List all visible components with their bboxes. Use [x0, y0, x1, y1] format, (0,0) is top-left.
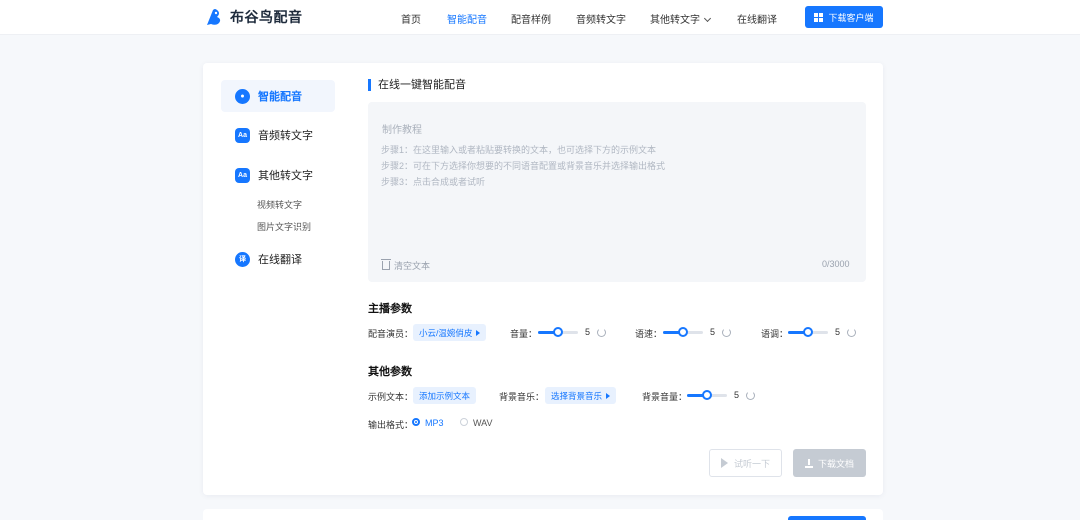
trash-icon	[381, 259, 391, 270]
slider-knob[interactable]	[702, 390, 712, 400]
download-doc-label: 下载文档	[817, 458, 854, 469]
format-wav-label[interactable]: WAV	[473, 418, 493, 428]
nav-online-translate[interactable]: 在线翻译	[737, 11, 777, 26]
sidebar-item-label: 音频转文字	[258, 130, 313, 142]
reset-icon[interactable]	[746, 391, 755, 400]
textarea-step-3: 步骤3：点击合成或者试听	[381, 177, 486, 187]
bgm-value: 选择背景音乐	[551, 390, 603, 401]
cuckoo-logo-icon	[207, 9, 221, 25]
bgm-volume-value: 5	[734, 390, 740, 400]
sidebar-item-audio-to-text[interactable]: Aa 音频转文字	[221, 119, 335, 151]
slider-knob[interactable]	[553, 327, 563, 337]
volume-value: 5	[585, 327, 591, 337]
nav-other-to-text[interactable]: 其他转文字	[650, 11, 712, 26]
other-params-title: 其他参数	[368, 366, 412, 378]
caret-right-icon	[476, 329, 481, 336]
windows-icon	[814, 12, 824, 22]
next-card-edge	[203, 509, 883, 520]
text-input-area[interactable]	[368, 102, 866, 282]
clear-text-label: 清空文本	[394, 261, 431, 271]
char-counter: 0/3000	[822, 259, 850, 269]
next-card-button-edge[interactable]	[788, 516, 866, 520]
download-client-button[interactable]: 下载客户端	[805, 6, 883, 28]
bgm-select[interactable]: 选择背景音乐	[545, 387, 617, 404]
pitch-label: 语调：	[761, 329, 789, 339]
bgm-label: 背景音乐：	[499, 392, 545, 402]
download-icon	[804, 458, 813, 468]
voice-actor-select[interactable]: 小云/温婉俏皮	[413, 324, 487, 341]
textarea-step-2: 步骤2：可在下方选择你想要的不同语音配置或背景音乐并选择输出格式	[381, 161, 666, 171]
section-title: 在线一键智能配音	[368, 79, 466, 91]
output-format-label: 输出格式：	[368, 420, 414, 430]
aa-icon: Aa	[235, 127, 250, 143]
sidebar-item-online-translate[interactable]: 译 在线翻译	[221, 243, 335, 275]
slider-knob[interactable]	[678, 327, 688, 337]
reset-icon[interactable]	[847, 328, 856, 337]
textarea-placeholder-title: 制作教程	[382, 125, 422, 136]
voice-actor-label: 配音演员：	[368, 329, 414, 339]
anchor-params-title: 主播参数	[368, 303, 412, 315]
translate-icon: 译	[235, 251, 250, 267]
format-mp3-label[interactable]: MP3	[425, 418, 444, 428]
play-icon	[720, 458, 728, 468]
preview-label: 试听一下	[733, 458, 770, 469]
volume-label: 音量：	[510, 329, 538, 339]
voice-actor-value: 小云/温婉俏皮	[419, 327, 473, 338]
pitch-slider[interactable]	[788, 327, 828, 337]
download-client-label: 下载客户端	[828, 12, 874, 23]
format-mp3-radio[interactable]	[412, 418, 420, 426]
volume-slider[interactable]	[538, 327, 578, 337]
nav-audio-to-text[interactable]: 音频转文字	[576, 11, 626, 26]
sidebar-sub-image-ocr[interactable]: 图片文字识别	[257, 220, 311, 233]
logo-text: 布谷鸟配音	[230, 9, 303, 25]
nav-home[interactable]: 首页	[401, 11, 421, 26]
sample-text-label: 示例文本：	[368, 392, 414, 402]
logo[interactable]: 布谷鸟配音	[204, 7, 303, 27]
textarea-step-1: 步骤1：在这里输入或者粘贴要转换的文本，也可选择下方的示例文本	[381, 145, 657, 155]
sidebar-item-other-to-text[interactable]: Aa 其他转文字	[221, 159, 335, 191]
bgm-volume-slider[interactable]	[687, 390, 727, 400]
bgm-volume-label: 背景音量：	[642, 392, 688, 402]
reset-icon[interactable]	[597, 328, 606, 337]
nav-dubbing-samples[interactable]: 配音样例	[511, 11, 551, 26]
sidebar-sub-video-to-text[interactable]: 视频转文字	[257, 198, 302, 211]
top-header: 布谷鸟配音 首页 智能配音 配音样例 音频转文字 其他转文字 在线翻译 下载客户…	[0, 0, 1080, 35]
speed-label: 语速：	[635, 329, 663, 339]
add-sample-text-button[interactable]: 添加示例文本	[413, 387, 477, 404]
pitch-value: 5	[835, 327, 841, 337]
sample-text-value: 添加示例文本	[419, 390, 471, 401]
sidebar-item-label: 在线翻译	[258, 254, 302, 266]
sidebar-item-label: 其他转文字	[258, 170, 313, 182]
chevron-down-icon	[703, 14, 712, 23]
aa-icon: Aa	[235, 167, 250, 183]
format-wav-radio[interactable]	[460, 418, 468, 426]
nav-other-to-text-label: 其他转文字	[650, 15, 700, 26]
speed-slider[interactable]	[663, 327, 703, 337]
slider-knob[interactable]	[803, 327, 813, 337]
sidebar-item-label: 智能配音	[258, 91, 302, 103]
mic-icon: ●	[235, 88, 250, 104]
speed-value: 5	[710, 327, 716, 337]
reset-icon[interactable]	[722, 328, 731, 337]
sidebar-item-smart-dubbing[interactable]: ● 智能配音	[221, 80, 335, 112]
clear-text-button[interactable]: 清空文本	[381, 259, 431, 272]
preview-button[interactable]: 试听一下	[709, 449, 782, 477]
nav-smart-dubbing[interactable]: 智能配音	[447, 11, 487, 26]
caret-right-icon	[606, 392, 611, 399]
download-doc-button[interactable]: 下载文档	[793, 449, 866, 477]
